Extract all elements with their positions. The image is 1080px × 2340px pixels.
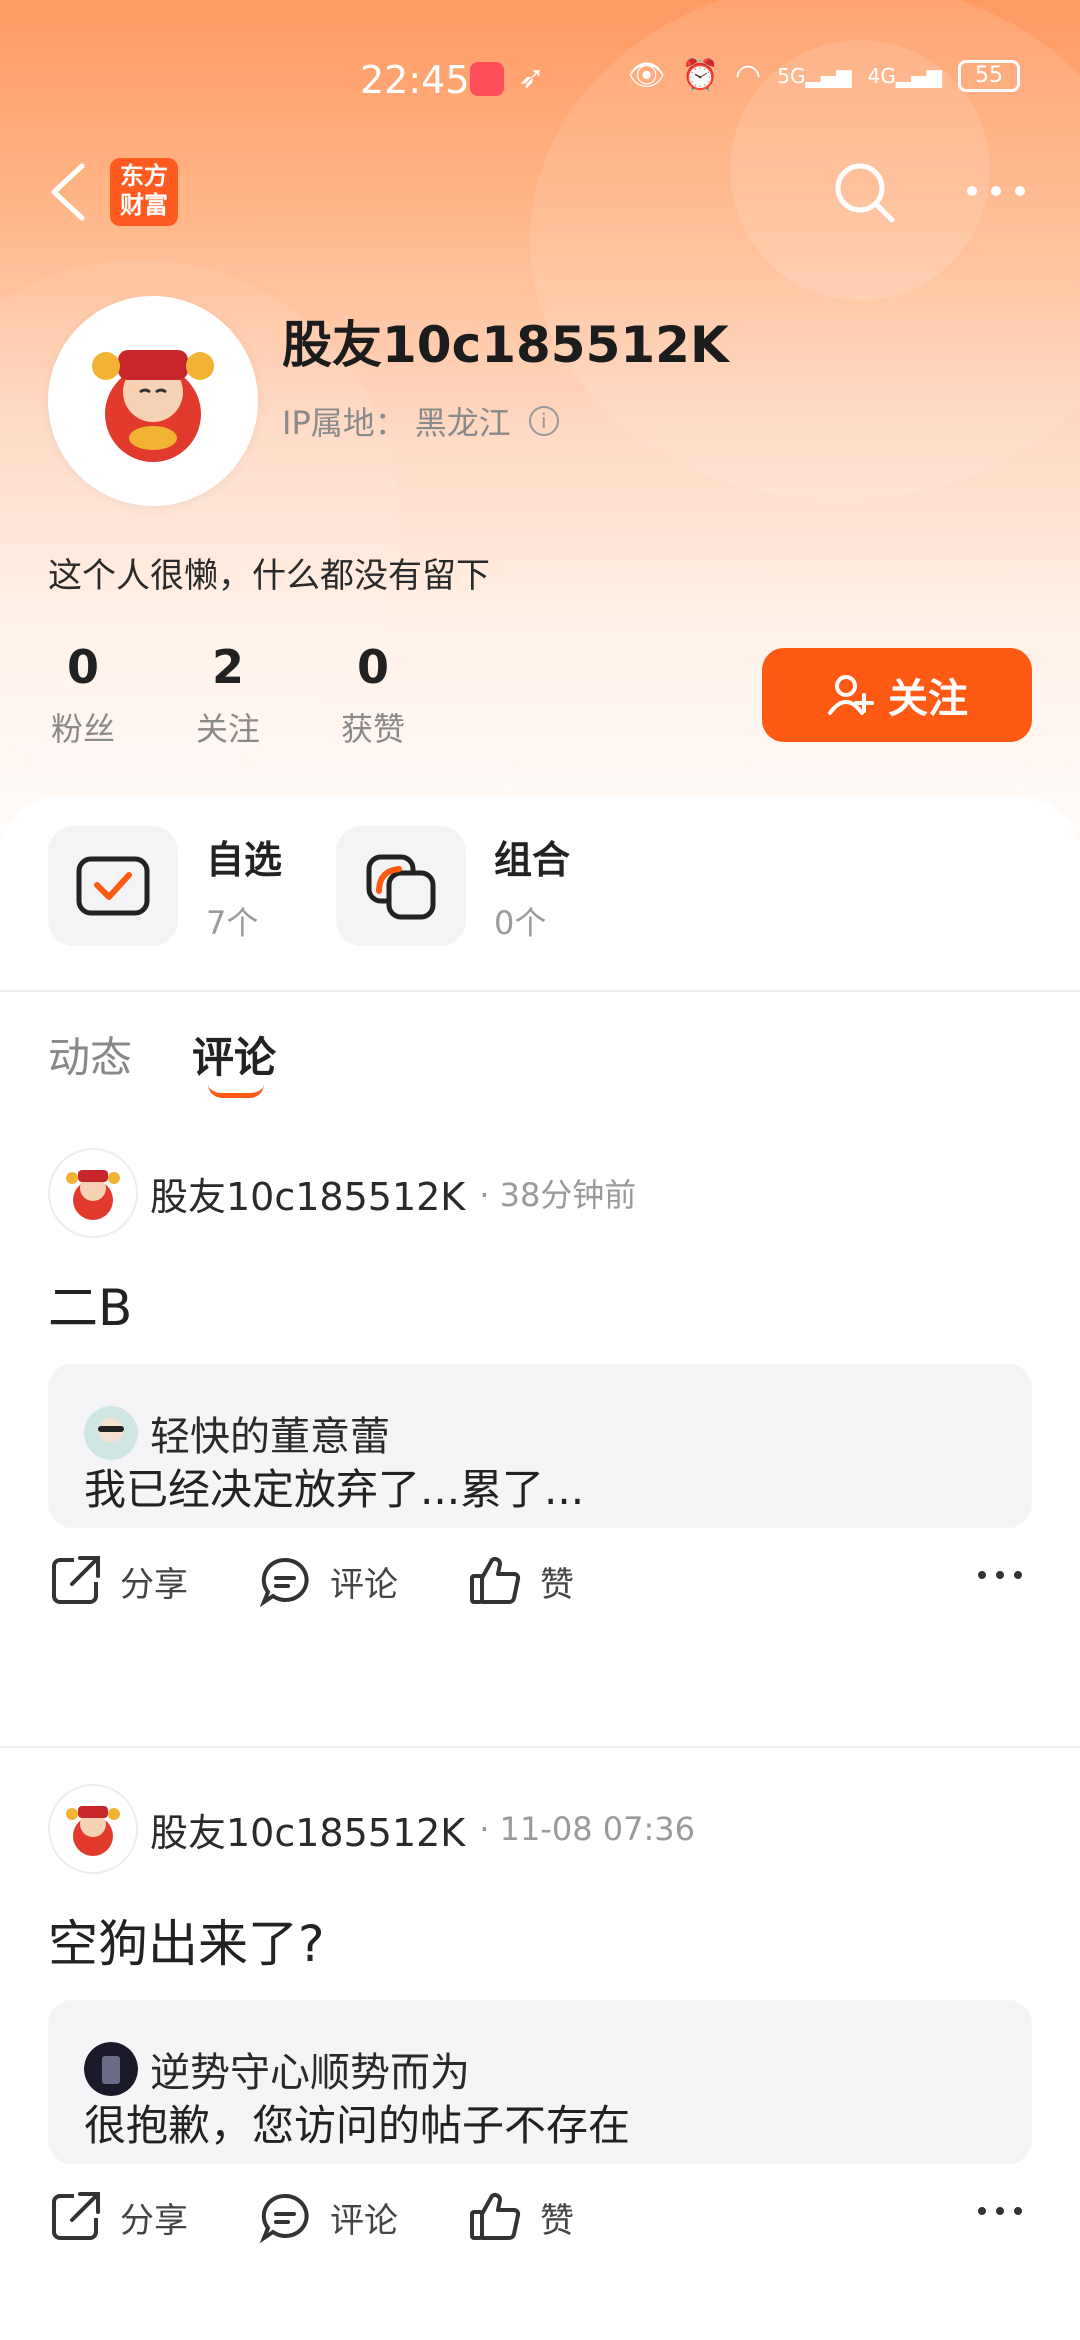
quote-author: 轻快的董意蕾: [150, 1414, 390, 1460]
profile-bio: 这个人很懒，什么都没有留下: [48, 556, 490, 596]
quote-text: 很抱歉，您访问的帖子不存在: [84, 2101, 631, 2150]
comment-label: 评论: [330, 1564, 398, 1605]
quote-header: 轻快的董意蕾: [84, 1404, 390, 1462]
stat-value: 2: [211, 640, 244, 694]
quote-author-avatar: [84, 2042, 138, 2096]
comment-button[interactable]: 评论: [258, 1554, 398, 1608]
stat-value: 0: [356, 640, 389, 694]
quick-link-portfolio[interactable]: 组合 0个: [336, 826, 570, 946]
eye-icon: 👁: [627, 58, 666, 93]
section-divider: [0, 990, 1080, 992]
portfolio-icon: [336, 826, 466, 946]
quote-text: 我已经决定放弃了...累了...: [84, 1465, 585, 1514]
share-label: 分享: [120, 2200, 188, 2241]
quick-link-count: 0个: [494, 903, 547, 942]
more-icon[interactable]: [964, 176, 1028, 206]
share-button[interactable]: 分享: [48, 1554, 188, 1608]
author-avatar[interactable]: [48, 1148, 138, 1238]
comment-button[interactable]: 评论: [258, 2190, 398, 2244]
tab-bar: 动态 评论: [48, 1024, 277, 1098]
quote-header: 逆势守心顺势而为: [84, 2040, 470, 2098]
profile-username: 股友10c185512K: [282, 316, 729, 374]
quick-link-title: 组合: [494, 837, 571, 882]
post-header: 股友10c185512K · 38分钟前: [48, 1148, 636, 1238]
post-more-icon[interactable]: [976, 1568, 1024, 1582]
signal-5g-icon: 5G▂▄▆: [777, 63, 852, 88]
quick-link-watchlist[interactable]: 自选 7个: [48, 826, 282, 946]
like-label: 赞: [540, 1564, 574, 1605]
share-label: 分享: [120, 1564, 188, 1605]
profile-avatar[interactable]: [48, 296, 258, 506]
share-button[interactable]: 分享: [48, 2190, 188, 2244]
ip-location: IP属地： 黑龙江 i: [282, 398, 559, 444]
status-bar: 22:45 ➶ 👁 ⏰ ◠ 5G▂▄▆ 4G▂▄▆ 55: [0, 40, 1080, 120]
caishen-avatar-image: [92, 350, 214, 462]
like-button[interactable]: 赞: [468, 2190, 574, 2244]
status-icons: 👁 ⏰ ◠ 5G▂▄▆ 4G▂▄▆ 55: [628, 58, 1020, 93]
follow-label: 关注: [888, 676, 968, 722]
thumbs-up-icon: [470, 1557, 521, 1604]
share-icon: [52, 1556, 100, 1604]
stat-label: 粉丝: [50, 710, 115, 748]
thumbs-up-icon: [470, 2193, 521, 2240]
post-content: 空狗出来了?: [48, 1915, 325, 1973]
wifi-icon: ◠: [735, 58, 762, 93]
telegram-icon: ➶: [518, 58, 545, 96]
huawei-app-icon: [470, 62, 504, 96]
post-author[interactable]: 股友10c185512K: [150, 1166, 465, 1221]
comment-label: 评论: [330, 2200, 398, 2241]
post-actions: 分享 评论 赞: [48, 1554, 1032, 1608]
tab-comments-label: 评论: [192, 1033, 277, 1082]
post-header: 股友10c185512K · 11-08 07:36: [48, 1784, 695, 1874]
follow-button[interactable]: 关注: [762, 648, 1032, 742]
ip-label: IP属地：: [282, 404, 407, 442]
comment-post[interactable]: 股友10c185512K · 11-08 07:36 空狗出来了? 逆势守心顺势…: [0, 1784, 1080, 2340]
battery-icon: 55: [958, 59, 1020, 92]
status-time: 22:45: [360, 58, 470, 102]
quick-link-title: 自选: [206, 837, 283, 882]
comment-post[interactable]: 股友10c185512K · 38分钟前 二B 轻快的董意蕾 我已经决定放弃了.…: [0, 1148, 1080, 1648]
stat-value: 0: [66, 640, 99, 694]
quote-author: 逆势守心顺势而为: [150, 2050, 470, 2096]
info-icon[interactable]: i: [528, 406, 559, 436]
stat-label: 获赞: [340, 710, 405, 748]
post-more-icon[interactable]: [976, 2204, 1024, 2218]
tab-comments[interactable]: 评论: [192, 1024, 277, 1098]
search-icon[interactable]: [830, 158, 900, 228]
active-tab-indicator: [208, 1084, 265, 1098]
post-time: · 11-08 07:36: [479, 1810, 695, 1848]
author-avatar[interactable]: [48, 1784, 138, 1874]
content-card: 自选 7个 组合 0个 动态 评论 股友10c185512K · 38分钟前 二…: [0, 796, 1080, 2340]
watchlist-icon: [48, 826, 178, 946]
ip-value: 黑龙江: [414, 404, 511, 442]
stat-likes[interactable]: 0 获赞: [338, 640, 483, 750]
post-time: · 38分钟前: [479, 1176, 637, 1214]
like-button[interactable]: 赞: [468, 1554, 574, 1608]
post-actions: 分享 评论 赞: [48, 2190, 1032, 2244]
alarm-icon: ⏰: [681, 58, 720, 93]
app-logo[interactable]: 东方 财富: [110, 158, 178, 226]
stat-label: 关注: [195, 710, 260, 748]
comment-icon: [259, 2193, 309, 2244]
post-author[interactable]: 股友10c185512K: [150, 1802, 465, 1857]
profile-stats: 0 粉丝 2 关注 0 获赞: [48, 640, 483, 750]
quick-link-count: 7个: [206, 903, 259, 942]
like-label: 赞: [540, 2200, 574, 2241]
post-content: 二B: [48, 1279, 133, 1337]
share-icon: [52, 2192, 100, 2240]
stat-fans[interactable]: 0 粉丝: [48, 640, 193, 750]
quoted-post[interactable]: 逆势守心顺势而为 很抱歉，您访问的帖子不存在: [48, 2000, 1032, 2164]
quoted-post[interactable]: 轻快的董意蕾 我已经决定放弃了...累了...: [48, 1364, 1032, 1528]
stat-following[interactable]: 2 关注: [193, 640, 338, 750]
post-divider: [0, 1746, 1080, 1748]
tab-dynamics[interactable]: 动态: [48, 1024, 132, 1085]
comment-icon: [259, 1557, 309, 1608]
signal-4g-icon: 4G▂▄▆: [867, 63, 942, 88]
add-user-icon: [828, 675, 874, 715]
quote-author-avatar: [84, 1406, 138, 1460]
back-arrow-icon[interactable]: [46, 160, 90, 224]
